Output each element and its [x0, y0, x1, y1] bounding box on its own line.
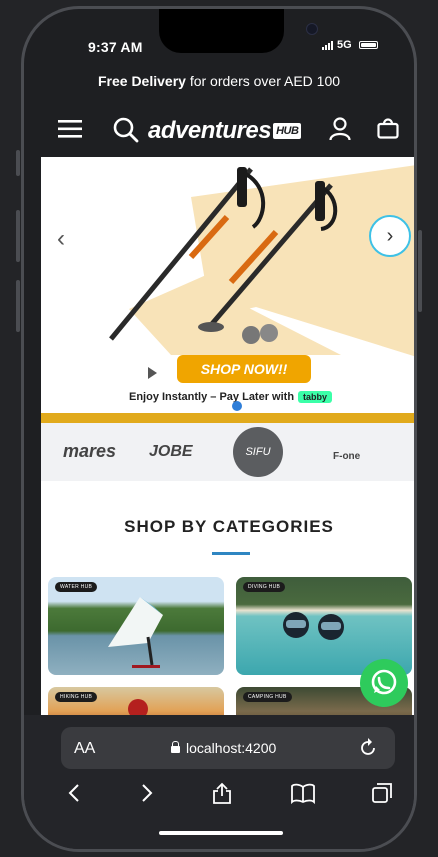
category-badge: HIKING HUB	[55, 692, 98, 702]
home-indicator	[159, 831, 283, 835]
site-logo[interactable]: adventures HUB	[148, 117, 302, 145]
logo-badge: HUB	[273, 123, 302, 139]
power-button	[418, 230, 422, 312]
pay-later-text: Enjoy Instantly – Pay Later with tabby	[129, 391, 333, 403]
whatsapp-icon	[371, 669, 397, 695]
carousel-indicator[interactable]	[232, 401, 242, 411]
tabs-icon[interactable]	[370, 781, 394, 805]
status-time: 9:37 AM	[88, 39, 143, 55]
shopping-bag-icon[interactable]	[377, 117, 399, 139]
tabby-badge: tabby	[298, 391, 333, 403]
brand-mares[interactable]: mares	[63, 441, 116, 462]
volume-up-button	[16, 210, 20, 262]
search-icon[interactable]	[113, 117, 139, 143]
mute-switch	[16, 150, 20, 176]
phone-frame: 9:37 AM 5G Free Delivery for orders over…	[21, 6, 417, 852]
carousel-next-button[interactable]: ›	[369, 215, 411, 257]
browser-chrome: AA localhost:4200	[24, 715, 414, 849]
cell-signal-icon	[322, 40, 333, 50]
url-display[interactable]: localhost:4200	[171, 740, 276, 756]
category-badge: WATER HUB	[55, 582, 98, 592]
battery-icon	[359, 41, 378, 49]
whatsapp-button[interactable]	[360, 659, 408, 707]
brand-strip: mares JOBE SIFU F-one	[41, 423, 414, 481]
heading-underline	[212, 552, 250, 555]
text-size-button[interactable]: AA	[74, 740, 95, 758]
promo-text: for orders over AED 100	[185, 73, 341, 89]
carousel-prev-button[interactable]: ‹	[57, 225, 65, 253]
brand-sifu[interactable]: SIFU	[233, 427, 283, 477]
category-badge: DIVING HUB	[243, 582, 286, 592]
volume-down-button	[16, 280, 20, 332]
hero-bottom-strip	[41, 413, 414, 423]
bookmarks-icon[interactable]	[290, 781, 316, 805]
front-camera	[306, 23, 318, 35]
forward-icon[interactable]	[137, 781, 157, 805]
promo-banner: Free Delivery for orders over AED 100	[24, 73, 414, 99]
hero-carousel: ‹ › SHOP NOW!! Enjoy Instantly – Pay Lat…	[41, 157, 414, 423]
back-icon[interactable]	[64, 781, 84, 805]
category-badge: CAMPING HUB	[243, 692, 292, 702]
browser-toolbar	[24, 781, 414, 821]
category-card-water[interactable]: WATER HUB	[48, 577, 224, 675]
page-content: ‹ › SHOP NOW!! Enjoy Instantly – Pay Lat…	[41, 157, 414, 715]
share-icon[interactable]	[211, 781, 233, 805]
user-account-icon[interactable]	[329, 117, 351, 141]
status-bar: 9:37 AM 5G	[24, 9, 414, 73]
brand-jobe[interactable]: JOBE	[149, 443, 193, 461]
site-header: adventures HUB	[24, 103, 414, 157]
notch	[159, 9, 318, 53]
categories-heading: SHOP BY CATEGORIES	[124, 517, 334, 536]
brand-fone[interactable]: F-one	[333, 451, 360, 462]
address-bar[interactable]: AA localhost:4200	[61, 727, 395, 769]
network-label: 5G	[337, 39, 352, 51]
lock-icon	[171, 741, 180, 753]
logo-text: adventures	[148, 117, 272, 144]
pay-later-label: Enjoy Instantly – Pay Later with	[129, 391, 295, 403]
shop-now-button[interactable]: SHOP NOW!!	[177, 355, 311, 383]
url-text: localhost:4200	[186, 740, 277, 756]
promo-bold: Free Delivery	[97, 73, 186, 89]
hamburger-menu-icon[interactable]	[58, 119, 82, 139]
hero-image	[109, 165, 414, 379]
category-card-hiking[interactable]: HIKING HUB	[48, 687, 224, 715]
reload-icon[interactable]	[358, 738, 378, 758]
